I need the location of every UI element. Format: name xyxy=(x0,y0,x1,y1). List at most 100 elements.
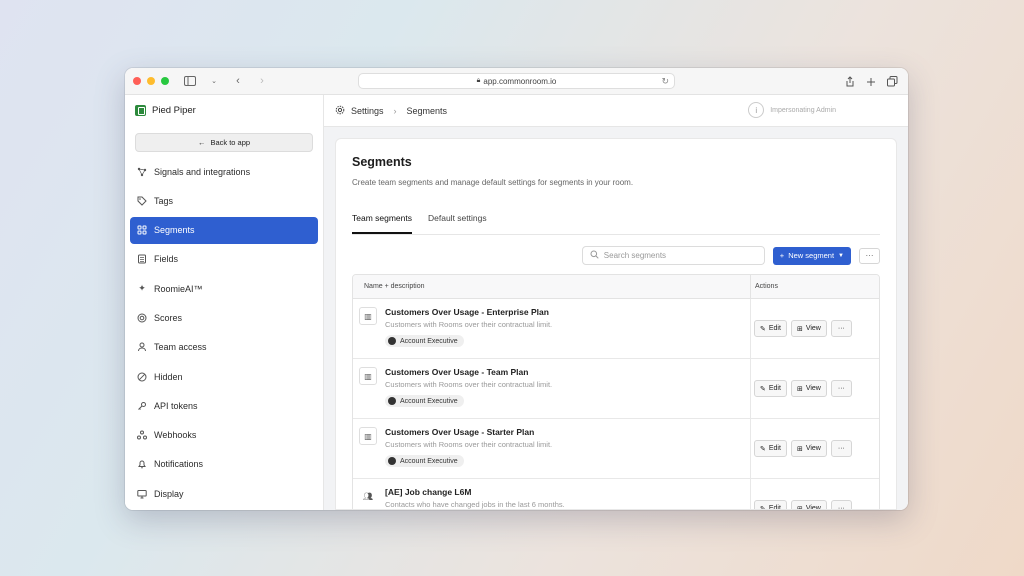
url-text: app.commonroom.io xyxy=(483,76,557,86)
segment-title[interactable]: Customers Over Usage - Enterprise Plan xyxy=(385,307,552,317)
sidebar-item-display[interactable]: Display xyxy=(130,480,318,507)
back-to-app-button[interactable]: ← Back to app xyxy=(135,133,313,152)
sidebar-item-signals[interactable]: Signals and integrations xyxy=(130,158,318,185)
org-name: Pied Piper xyxy=(152,104,196,116)
segments-card: Segments Create team segments and manage… xyxy=(335,138,897,510)
row-more-button[interactable]: ··· xyxy=(830,380,852,397)
view-label: View xyxy=(805,445,821,452)
chevron-right-icon: › xyxy=(393,105,397,116)
view-button[interactable]: ⊞ View xyxy=(790,320,827,337)
edit-button[interactable]: ✎ Edit xyxy=(754,500,787,510)
plus-icon: + xyxy=(779,251,785,260)
view-button[interactable]: ⊞ View xyxy=(790,380,827,397)
grid-icon: ⊞ xyxy=(796,325,803,333)
segment-title[interactable]: [AE] Job change L6M xyxy=(385,487,565,497)
sidebar-item-tags[interactable]: Tags xyxy=(130,187,318,214)
row-more-button[interactable]: ··· xyxy=(830,320,852,337)
pencil-icon: ✎ xyxy=(760,385,766,393)
settings-sidebar: Pied Piper ← Back to app Signals and int… xyxy=(125,95,324,510)
address-bar[interactable]: 🔒︎ app.commonroom.io ↻ xyxy=(358,73,675,89)
sidebar-item-segments[interactable]: Segments xyxy=(130,216,318,244)
people-icon: 👥︎ xyxy=(362,491,374,501)
grid-icon: ⊞ xyxy=(796,505,803,510)
edit-button[interactable]: ✎ Edit xyxy=(754,320,787,337)
team-chip: Account Executive xyxy=(385,395,464,407)
sidebar-item-hidden[interactable]: Hidden xyxy=(130,363,318,390)
browser-titlebar: ⌄ ‹ › 🔒︎ app.commonroom.io ↻ xyxy=(125,68,908,95)
tab-team-segments[interactable]: Team segments xyxy=(352,213,412,234)
forward-nav-icon[interactable]: › xyxy=(255,74,269,88)
org-logo xyxy=(135,104,146,116)
search-input[interactable]: Search segments xyxy=(581,246,765,265)
table-header: Name + description Actions xyxy=(353,275,879,299)
lock-icon: 🔒︎ xyxy=(476,77,481,84)
hidden-icon xyxy=(137,372,147,382)
toolbar-more-button[interactable]: ··· xyxy=(859,247,880,264)
edit-label: Edit xyxy=(768,505,781,510)
sidebar-item-label: Notifications xyxy=(154,459,204,470)
sidebar-item-scores[interactable]: Scores xyxy=(130,304,318,331)
tabs-overview-icon[interactable] xyxy=(887,74,898,92)
share-icon[interactable] xyxy=(845,74,855,92)
key-icon xyxy=(137,401,147,411)
impersonation-label: Impersonating Admin xyxy=(770,106,836,114)
team-chip: Account Executive xyxy=(385,335,464,347)
team-chip-label: Account Executive xyxy=(400,337,458,345)
pencil-icon: ✎ xyxy=(760,325,766,333)
table-row[interactable]: ▥ Customers Over Usage - Team Plan Custo… xyxy=(353,359,879,419)
sidebar-item-label: API tokens xyxy=(154,400,198,411)
table-row[interactable]: ▥ Customers Over Usage - Starter Plan Cu… xyxy=(353,419,879,479)
browser-window: ⌄ ‹ › 🔒︎ app.commonroom.io ↻ Pied Piper xyxy=(125,68,908,510)
webhook-icon xyxy=(137,430,147,440)
sidebar-item-label: Hidden xyxy=(154,371,183,382)
edit-button[interactable]: ✎ Edit xyxy=(754,440,787,457)
table-row[interactable]: ▥ Customers Over Usage - Enterprise Plan… xyxy=(353,299,879,359)
segment-title[interactable]: Customers Over Usage - Team Plan xyxy=(385,367,552,377)
close-window-button[interactable] xyxy=(133,77,141,85)
building-icon: ▥ xyxy=(359,367,377,385)
new-tab-icon[interactable] xyxy=(866,74,876,92)
minimize-window-button[interactable] xyxy=(147,77,155,85)
new-segment-button[interactable]: + New segment ▼ xyxy=(772,246,851,265)
org-header[interactable]: Pied Piper xyxy=(125,95,323,125)
segment-title[interactable]: Customers Over Usage - Starter Plan xyxy=(385,427,552,437)
view-button[interactable]: ⊞ View xyxy=(790,500,827,510)
chevron-down-icon[interactable]: ⌄ xyxy=(207,74,221,88)
back-nav-icon[interactable]: ‹ xyxy=(231,74,245,88)
segments-icon xyxy=(137,225,147,235)
sidebar-item-webhooks[interactable]: Webhooks xyxy=(130,422,318,449)
team-chip-label: Account Executive xyxy=(400,457,458,465)
sidebar-item-roomieai[interactable]: ✦ RoomieAI™ xyxy=(130,275,318,302)
edit-button[interactable]: ✎ Edit xyxy=(754,380,787,397)
sidebar-item-fields[interactable]: Fields xyxy=(130,246,318,273)
grid-icon: ⊞ xyxy=(796,385,803,393)
user-avatar-icon xyxy=(388,457,396,465)
reload-icon[interactable]: ↻ xyxy=(661,76,669,87)
search-placeholder: Search segments xyxy=(603,251,667,260)
row-more-button[interactable]: ··· xyxy=(830,500,852,509)
back-to-app-label: Back to app xyxy=(210,138,251,147)
row-more-button[interactable]: ··· xyxy=(830,440,852,457)
maximize-window-button[interactable] xyxy=(161,77,169,85)
bell-icon xyxy=(137,459,147,469)
table-row[interactable]: 👥︎ [AE] Job change L6M Contacts who have… xyxy=(353,479,879,510)
caret-down-icon: ▼ xyxy=(838,252,844,259)
breadcrumb-settings-link[interactable]: Settings xyxy=(351,106,384,116)
sidebar-item-label: Fields xyxy=(154,254,179,265)
sidebar-item-label: Segments xyxy=(154,225,195,236)
pencil-icon: ✎ xyxy=(760,445,766,453)
info-icon: i xyxy=(748,102,765,118)
sidebar-item-label: RoomieAI™ xyxy=(154,283,203,294)
sidebar-item-label: Webhooks xyxy=(154,430,197,441)
breadcrumb-current: Segments xyxy=(406,105,448,116)
view-button[interactable]: ⊞ View xyxy=(790,440,827,457)
building-icon: ▥ xyxy=(359,427,377,445)
sidebar-toggle-icon[interactable] xyxy=(183,74,197,88)
sidebar-item-api-tokens[interactable]: API tokens xyxy=(130,392,318,419)
breadcrumb: Settings › Segments i Impersonating Admi… xyxy=(324,95,908,127)
segment-description: Customers with Rooms over their contract… xyxy=(385,440,553,449)
sidebar-item-team-access[interactable]: Team access xyxy=(130,334,318,361)
sidebar-item-notifications[interactable]: Notifications xyxy=(130,451,318,478)
new-segment-label: New segment xyxy=(788,251,835,260)
tab-default-settings[interactable]: Default settings xyxy=(428,213,487,234)
